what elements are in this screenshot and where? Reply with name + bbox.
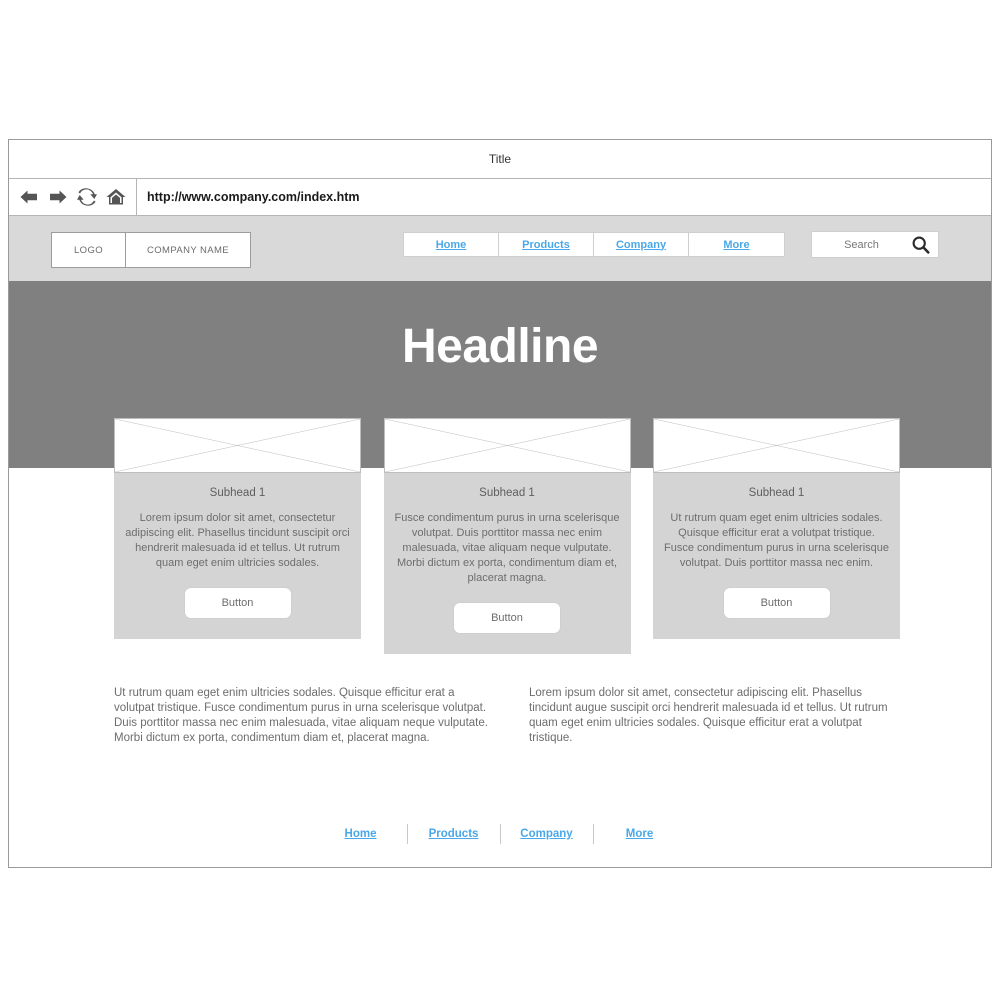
body-copy: Ut rutrum quam eget enim ultricies sodal… bbox=[114, 686, 904, 746]
page-root: Title http://www.company.com/index.htm L… bbox=[0, 0, 1000, 1000]
home-icon[interactable] bbox=[104, 185, 128, 209]
card-body: Subhead 1 Ut rutrum quam eget enim ultri… bbox=[653, 473, 900, 639]
search-icon[interactable] bbox=[911, 235, 930, 254]
logo-placeholder: LOGO bbox=[52, 233, 126, 267]
footer-nav: Home Products Company More bbox=[9, 824, 991, 844]
image-placeholder bbox=[383, 418, 631, 473]
card-subhead: Subhead 1 bbox=[479, 487, 535, 499]
feature-card: Subhead 1 Fusce condimentum purus in urn… bbox=[383, 418, 631, 654]
footer-link-home[interactable]: Home bbox=[315, 828, 407, 840]
browser-address-bar: http://www.company.com/index.htm bbox=[9, 179, 991, 216]
nav-item-products[interactable]: Products bbox=[499, 233, 594, 256]
browser-title-bar: Title bbox=[9, 140, 991, 179]
image-placeholder bbox=[114, 418, 361, 473]
nav-item-company[interactable]: Company bbox=[594, 233, 689, 256]
company-name: COMPANY NAME bbox=[146, 244, 230, 256]
footer-link-company[interactable]: Company bbox=[501, 828, 593, 840]
browser-window: Title http://www.company.com/index.htm L… bbox=[8, 139, 992, 868]
nav-link-label: Home bbox=[435, 238, 467, 251]
url-bar[interactable]: http://www.company.com/index.htm bbox=[137, 179, 991, 215]
nav-item-more[interactable]: More bbox=[689, 233, 784, 256]
back-icon[interactable] bbox=[17, 185, 41, 209]
card-button[interactable]: Button bbox=[183, 587, 292, 619]
card-button[interactable]: Button bbox=[722, 587, 831, 619]
brand-block[interactable]: LOGO COMPANY NAME bbox=[51, 232, 251, 268]
card-text: Lorem ipsum dolor sit amet, consectetur … bbox=[125, 512, 350, 569]
copy-column-left: Ut rutrum quam eget enim ultricies sodal… bbox=[114, 686, 489, 746]
copy-column-right: Lorem ipsum dolor sit amet, consectetur … bbox=[529, 686, 904, 746]
nav-link-label: Company bbox=[615, 238, 667, 251]
card-subhead: Subhead 1 bbox=[748, 487, 805, 499]
nav-link-label: Products bbox=[522, 238, 570, 251]
card-body: Subhead 1 Lorem ipsum dolor sit amet, co… bbox=[114, 473, 361, 639]
card-body: Subhead 1 Fusce condimentum purus in urn… bbox=[383, 473, 631, 654]
card-text: Ut rutrum quam eget enim ultricies sodal… bbox=[664, 512, 890, 569]
image-placeholder bbox=[653, 418, 900, 473]
feature-card: Subhead 1 Lorem ipsum dolor sit amet, co… bbox=[114, 418, 361, 654]
feature-card: Subhead 1 Ut rutrum quam eget enim ultri… bbox=[653, 418, 900, 654]
card-subhead: Subhead 1 bbox=[209, 487, 266, 499]
search-input[interactable]: Search bbox=[812, 239, 911, 251]
search-box[interactable]: Search bbox=[811, 231, 939, 258]
footer-link-products[interactable]: Products bbox=[408, 828, 500, 840]
refresh-icon[interactable] bbox=[75, 185, 99, 209]
url-text: http://www.company.com/index.htm bbox=[147, 190, 360, 204]
page-title: Headline bbox=[401, 320, 599, 373]
feature-cards: Subhead 1 Lorem ipsum dolor sit amet, co… bbox=[114, 418, 900, 654]
browser-toolbar bbox=[9, 179, 137, 215]
forward-icon[interactable] bbox=[46, 185, 70, 209]
site-header: LOGO COMPANY NAME Home Products Company … bbox=[9, 216, 991, 281]
card-button[interactable]: Button bbox=[453, 602, 561, 634]
browser-title: Title bbox=[488, 152, 512, 166]
footer-link-more[interactable]: More bbox=[594, 828, 686, 840]
card-text: Fusce condimentum purus in urna sceleris… bbox=[394, 512, 620, 584]
copy-text: Ut rutrum quam eget enim ultricies sodal… bbox=[114, 687, 488, 744]
copy-text: Lorem ipsum dolor sit amet, consectetur … bbox=[529, 687, 888, 744]
primary-nav: Home Products Company More bbox=[403, 232, 785, 257]
nav-item-home[interactable]: Home bbox=[404, 233, 499, 256]
nav-link-label: More bbox=[723, 238, 750, 251]
